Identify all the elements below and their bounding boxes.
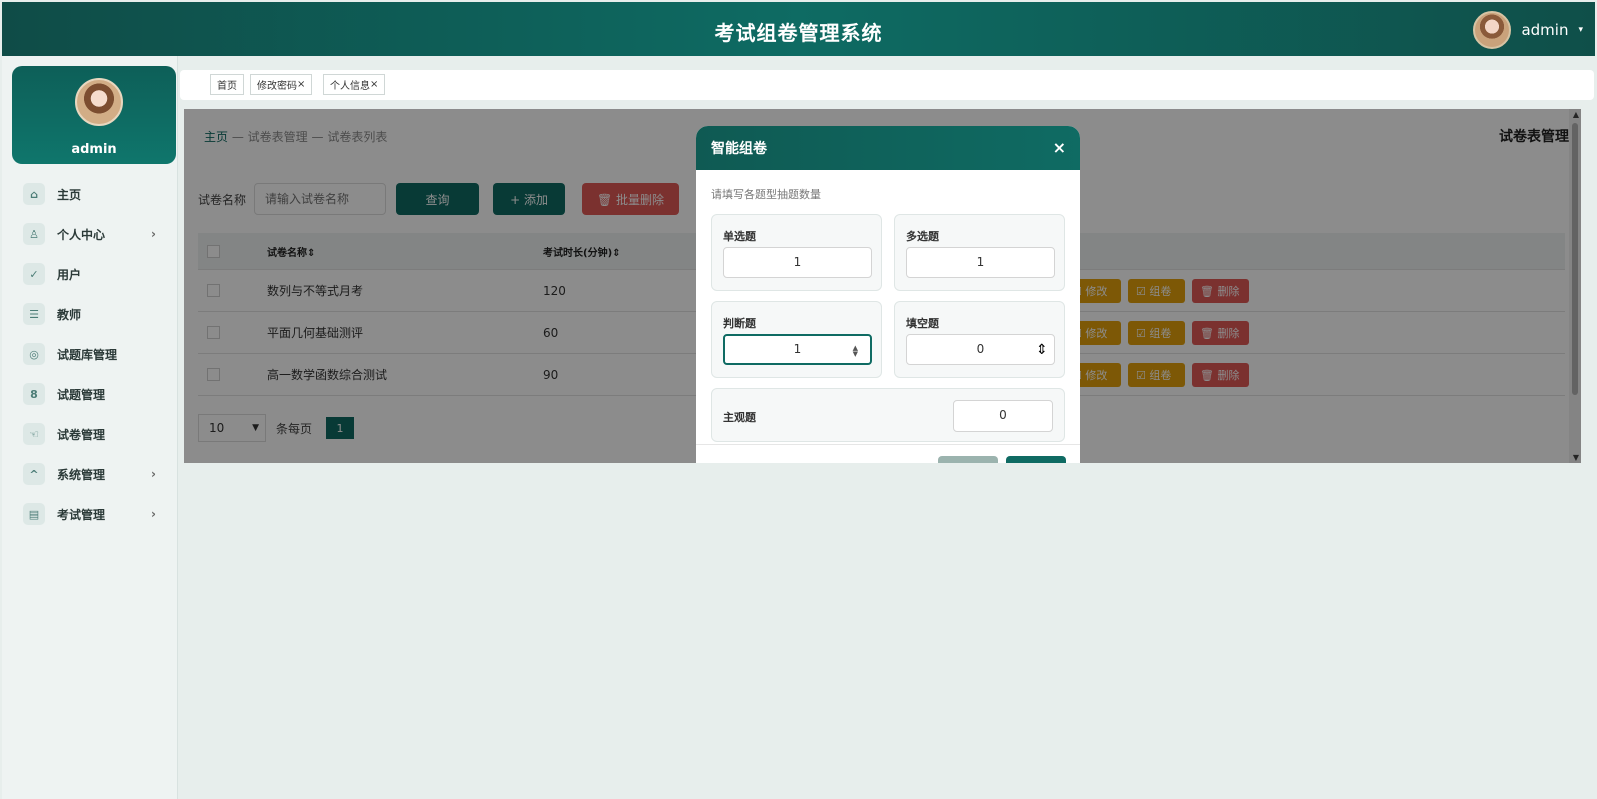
dialog-header: 智能组卷 × xyxy=(696,126,1080,170)
tab-personal-info[interactable]: 个人信息 × xyxy=(323,74,386,95)
true-false-input[interactable]: 1 ▲ ▼ xyxy=(723,334,872,365)
sidebar-item-users[interactable]: ✓ 用户 xyxy=(2,254,178,294)
sidebar-item-label: 主页 xyxy=(57,187,82,202)
field-label: 主观题 xyxy=(723,411,756,424)
spinner-icon[interactable]: ▲ ▼ xyxy=(853,345,858,358)
field-fill-blank: 填空题 0 xyxy=(894,301,1065,378)
app-title: 考试组卷管理系统 xyxy=(714,21,883,45)
grid-icon: ▤ xyxy=(23,503,45,525)
user-menu[interactable]: admin ▾ xyxy=(1473,11,1583,49)
sidebar-item-home[interactable]: ⌂ 主页 xyxy=(2,174,178,214)
dialog-footer xyxy=(696,444,1080,463)
paper-icon: ☜ xyxy=(23,423,45,445)
close-icon[interactable]: × xyxy=(297,79,305,90)
cancel-button[interactable] xyxy=(938,456,998,463)
chevron-right-icon: › xyxy=(151,227,156,241)
smart-compose-dialog: 智能组卷 × 请填写各题型抽题数量 单选题 1 多选题 1 判断题 1 ▲ ▼ 填… xyxy=(696,126,1080,463)
sidebar-item-teachers[interactable]: ☰ 教师 xyxy=(2,294,178,334)
chevron-up-icon: ^ xyxy=(23,463,45,485)
list-icon: ☰ xyxy=(23,303,45,325)
sidebar-item-label: 个人中心 xyxy=(57,227,106,242)
field-true-false: 判断题 1 ▲ ▼ xyxy=(711,301,882,378)
sidebar-item-label: 试题库管理 xyxy=(57,347,118,362)
field-label: 判断题 xyxy=(723,317,756,330)
username[interactable]: admin xyxy=(1521,21,1568,39)
field-subjective: 主观题 0 xyxy=(711,388,1065,442)
tab-home[interactable]: 首页 xyxy=(210,74,244,95)
sidebar-item-label: 用户 xyxy=(57,267,82,282)
tabs-bar: 首页 修改密码 × 个人信息 × xyxy=(180,70,1594,100)
sidebar-item-system[interactable]: ^ 系统管理 › xyxy=(2,454,178,494)
circle-check-icon: ◎ xyxy=(23,343,45,365)
field-label: 单选题 xyxy=(723,230,756,243)
field-label: 多选题 xyxy=(906,230,939,243)
sidebar-item-label: 试卷管理 xyxy=(57,427,106,442)
chevron-right-icon: › xyxy=(151,507,156,521)
tab-label: 个人信息 xyxy=(330,81,370,92)
sidebar-item-label: 试题管理 xyxy=(57,387,106,402)
sidebar-item-label: 系统管理 xyxy=(57,467,106,482)
sidebar-item-question-bank[interactable]: ◎ 试题库管理 xyxy=(2,334,178,374)
field-multi-choice: 多选题 1 xyxy=(894,214,1065,291)
sidebar-item-papers[interactable]: ☜ 试卷管理 xyxy=(2,414,178,454)
user-icon: ♙ xyxy=(23,223,45,245)
subjective-input[interactable]: 0 xyxy=(953,400,1053,432)
sidebar-item-label: 考试管理 xyxy=(57,507,106,522)
profile-name: admin xyxy=(71,142,117,157)
dialog-title: 智能组卷 xyxy=(711,141,767,157)
dialog-hint: 请填写各题型抽题数量 xyxy=(711,188,821,201)
field-single-choice: 单选题 1 xyxy=(711,214,882,291)
input-value: 1 xyxy=(793,342,802,356)
sidebar-item-exams[interactable]: ▤ 考试管理 › xyxy=(2,494,178,534)
multi-choice-input[interactable]: 1 xyxy=(906,247,1055,278)
profile-card: admin xyxy=(12,66,176,164)
top-header: 考试组卷管理系统 admin ▾ xyxy=(2,2,1595,56)
question-icon: 8 xyxy=(23,383,45,405)
chevron-right-icon: › xyxy=(151,467,156,481)
close-icon[interactable]: × xyxy=(1053,138,1066,157)
check-icon: ✓ xyxy=(23,263,45,285)
tab-label: 首页 xyxy=(217,81,237,92)
single-choice-input[interactable]: 1 xyxy=(723,247,872,278)
fill-blank-input[interactable]: 0 xyxy=(906,334,1055,365)
sidebar-menu: ⌂ 主页 ♙ 个人中心 › ✓ 用户 ☰ 教师 ◎ 试题库管理 8 试题管理 ☜… xyxy=(2,174,178,534)
field-label: 填空题 xyxy=(906,317,939,330)
sidebar: admin ⌂ 主页 ♙ 个人中心 › ✓ 用户 ☰ 教师 ◎ 试题库管理 8 … xyxy=(2,56,178,799)
sidebar-item-personal-center[interactable]: ♙ 个人中心 › xyxy=(2,214,178,254)
mouse-cursor-icon: ⇕ xyxy=(1036,342,1048,358)
avatar[interactable] xyxy=(1473,11,1512,49)
home-icon: ⌂ xyxy=(23,183,45,205)
close-icon[interactable]: × xyxy=(370,79,378,90)
profile-avatar xyxy=(75,78,123,126)
sidebar-item-label: 教师 xyxy=(57,307,82,322)
confirm-button[interactable] xyxy=(1006,456,1066,463)
chevron-down-icon[interactable]: ▾ xyxy=(1578,25,1583,35)
sidebar-item-questions[interactable]: 8 试题管理 xyxy=(2,374,178,414)
tab-label: 修改密码 xyxy=(257,81,297,92)
tab-change-password[interactable]: 修改密码 × xyxy=(250,74,313,95)
